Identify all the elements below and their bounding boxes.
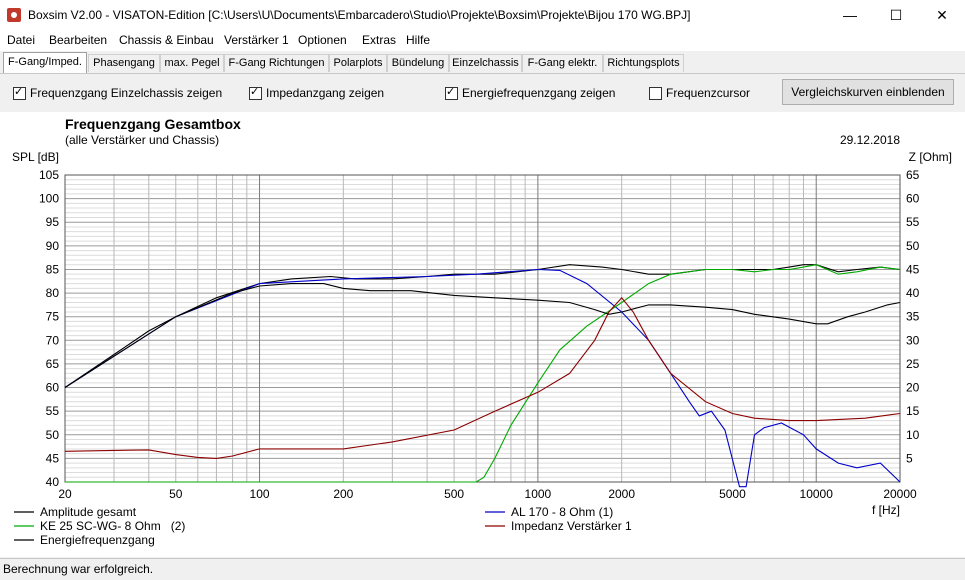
- checkbox-unchecked-icon[interactable]: [649, 86, 662, 100]
- menu-hilfe[interactable]: Hilfe: [406, 33, 430, 47]
- y-tick-label-left: 85: [46, 262, 60, 276]
- checkbox-checked-icon[interactable]: [445, 85, 458, 100]
- legend-label: Energiefrequenzgang: [40, 533, 155, 547]
- x-tick-label: 2000: [608, 487, 635, 501]
- minimize-button[interactable]: —: [827, 0, 873, 30]
- plot-frame: [64, 174, 901, 483]
- y-tick-label-right: 45: [906, 262, 920, 276]
- chart-title: Frequenzgang Gesamtbox: [65, 116, 241, 132]
- y-axis-label-right: Z [Ohm]: [909, 150, 952, 164]
- tab-strip: F-Gang/Imped. Phasengang max. Pegel F-Ga…: [0, 52, 965, 73]
- y-tick-label-left: 90: [46, 239, 60, 253]
- plot-area: 105 100 95 90 85 80 75 70 65 60 55 50 45 40 65 60 55 50 45…: [0, 112, 965, 557]
- legend-label: KE 25 SC-WG- 8 Ohm (2): [40, 519, 185, 533]
- menu-bearbeiten[interactable]: Bearbeiten: [49, 33, 107, 47]
- x-tick-label: 200: [333, 487, 353, 501]
- maximize-button[interactable]: ☐: [873, 0, 919, 30]
- frequency-response-chart: 1051009590858075706560555045406560555045…: [12, 116, 952, 547]
- menu-verstaerker[interactable]: Verstärker 1: [224, 33, 289, 47]
- x-tick-label: 10000: [800, 487, 834, 501]
- y-tick-label-right: 30: [906, 333, 920, 347]
- close-button[interactable]: ✕: [919, 0, 965, 30]
- y-tick-label-left: 95: [46, 215, 60, 229]
- y-tick-label-right: 10: [906, 428, 920, 442]
- checkbox-checked-icon[interactable]: [13, 85, 26, 100]
- tab-richtungsplots[interactable]: Richtungsplots: [603, 54, 684, 72]
- y-tick-label-left: 50: [46, 428, 60, 442]
- checkbox-label: Frequenzgang Einzelchassis zeigen: [30, 86, 223, 100]
- tab-fgang-richtungen[interactable]: F-Gang Richtungen: [224, 54, 329, 72]
- y-tick-label-right: 55: [906, 215, 920, 229]
- x-tick-label: 500: [444, 487, 464, 501]
- y-tick-label-right: 15: [906, 404, 920, 418]
- menu-extras[interactable]: Extras: [362, 33, 396, 47]
- checkbox-fgang-einzelchassis[interactable]: Frequenzgang Einzelchassis zeigen: [13, 85, 223, 100]
- checkbox-energiefrequenzgang[interactable]: Energiefrequenzgang zeigen: [445, 85, 616, 100]
- chart-subtitle: (alle Verstärker und Chassis): [65, 133, 219, 147]
- chart-date: 29.12.2018: [840, 133, 900, 147]
- y-tick-label-right: 50: [906, 239, 920, 253]
- x-tick-label: 5000: [719, 487, 746, 501]
- y-tick-label-left: 60: [46, 381, 60, 395]
- y-tick-label-left: 80: [46, 286, 60, 300]
- y-tick-label-right: 5: [906, 451, 913, 465]
- vergleichskurven-button[interactable]: Vergleichskurven einblenden: [782, 79, 954, 105]
- checkbox-label: Impedanzgang zeigen: [266, 86, 385, 100]
- y-tick-label-right: 40: [906, 286, 920, 300]
- y-tick-label-right: 60: [906, 192, 920, 206]
- x-tick-label: 20000: [883, 487, 917, 501]
- tab-fgang-elektr[interactable]: F-Gang elektr.: [522, 54, 603, 72]
- y-tick-label-left: 65: [46, 357, 60, 371]
- y-axis-label-left: SPL [dB]: [12, 150, 59, 164]
- legend-label: Amplitude gesamt: [40, 505, 137, 519]
- checkbox-label: Energiefrequenzgang zeigen: [462, 86, 616, 100]
- app-icon: [7, 8, 21, 22]
- tab-phasengang[interactable]: Phasengang: [88, 54, 160, 72]
- window-title: Boxsim V2.00 - VISATON-Edition [C:\Users…: [28, 8, 691, 22]
- legend-label: AL 170 - 8 Ohm (1): [511, 505, 613, 519]
- checkbox-label: Frequenzcursor: [666, 86, 751, 100]
- tab-max-pegel[interactable]: max. Pegel: [160, 54, 224, 72]
- chart-grid: [64, 174, 901, 483]
- menu-bar: Datei Bearbeiten Chassis & Einbau Verstä…: [0, 30, 965, 51]
- y-tick-label-left: 55: [46, 404, 60, 418]
- tab-polarplots[interactable]: Polarplots: [329, 54, 387, 72]
- y-tick-label-left: 45: [46, 451, 60, 465]
- x-axis-label: f [Hz]: [872, 503, 900, 517]
- y-tick-label-left: 70: [46, 333, 60, 347]
- tab-einzelchassis[interactable]: Einzelchassis: [449, 54, 522, 72]
- status-text: Berechnung war erfolgreich.: [3, 562, 154, 576]
- y-tick-label-right: 35: [906, 310, 920, 324]
- x-tick-label: 20: [58, 487, 72, 501]
- y-tick-label-right: 25: [906, 357, 920, 371]
- y-tick-label-left: 105: [39, 168, 59, 182]
- x-tick-label: 50: [169, 487, 183, 501]
- title-bar: Boxsim V2.00 - VISATON-Edition [C:\Users…: [0, 0, 965, 30]
- y-tick-label-left: 40: [46, 475, 60, 489]
- y-tick-label-left: 100: [39, 192, 59, 206]
- x-tick-label: 100: [250, 487, 270, 501]
- x-tick-label: 1000: [525, 487, 552, 501]
- tab-fgang-imped[interactable]: F-Gang/Imped.: [3, 52, 87, 73]
- checkbox-frequenzcursor[interactable]: Frequenzcursor: [649, 86, 750, 100]
- legend-label: Impedanz Verstärker 1: [511, 519, 632, 533]
- y-tick-label-right: 20: [906, 381, 920, 395]
- menu-chassis-einbau[interactable]: Chassis & Einbau: [119, 33, 214, 47]
- menu-datei[interactable]: Datei: [7, 33, 35, 47]
- status-bar: Berechnung war erfolgreich.: [0, 558, 965, 580]
- checkbox-impedanzgang[interactable]: Impedanzgang zeigen: [249, 85, 385, 100]
- menu-optionen[interactable]: Optionen: [298, 33, 347, 47]
- y-tick-label-left: 75: [46, 310, 60, 324]
- tab-buendelung[interactable]: Bündelung: [387, 54, 449, 72]
- options-bar: Frequenzgang Einzelchassis zeigen Impeda…: [0, 73, 965, 113]
- y-tick-label-right: 65: [906, 168, 920, 182]
- checkbox-checked-icon[interactable]: [249, 85, 262, 100]
- chart-legend: Amplitude gesamt AL 170 - 8 Ohm (1) KE 25 …: [14, 505, 632, 547]
